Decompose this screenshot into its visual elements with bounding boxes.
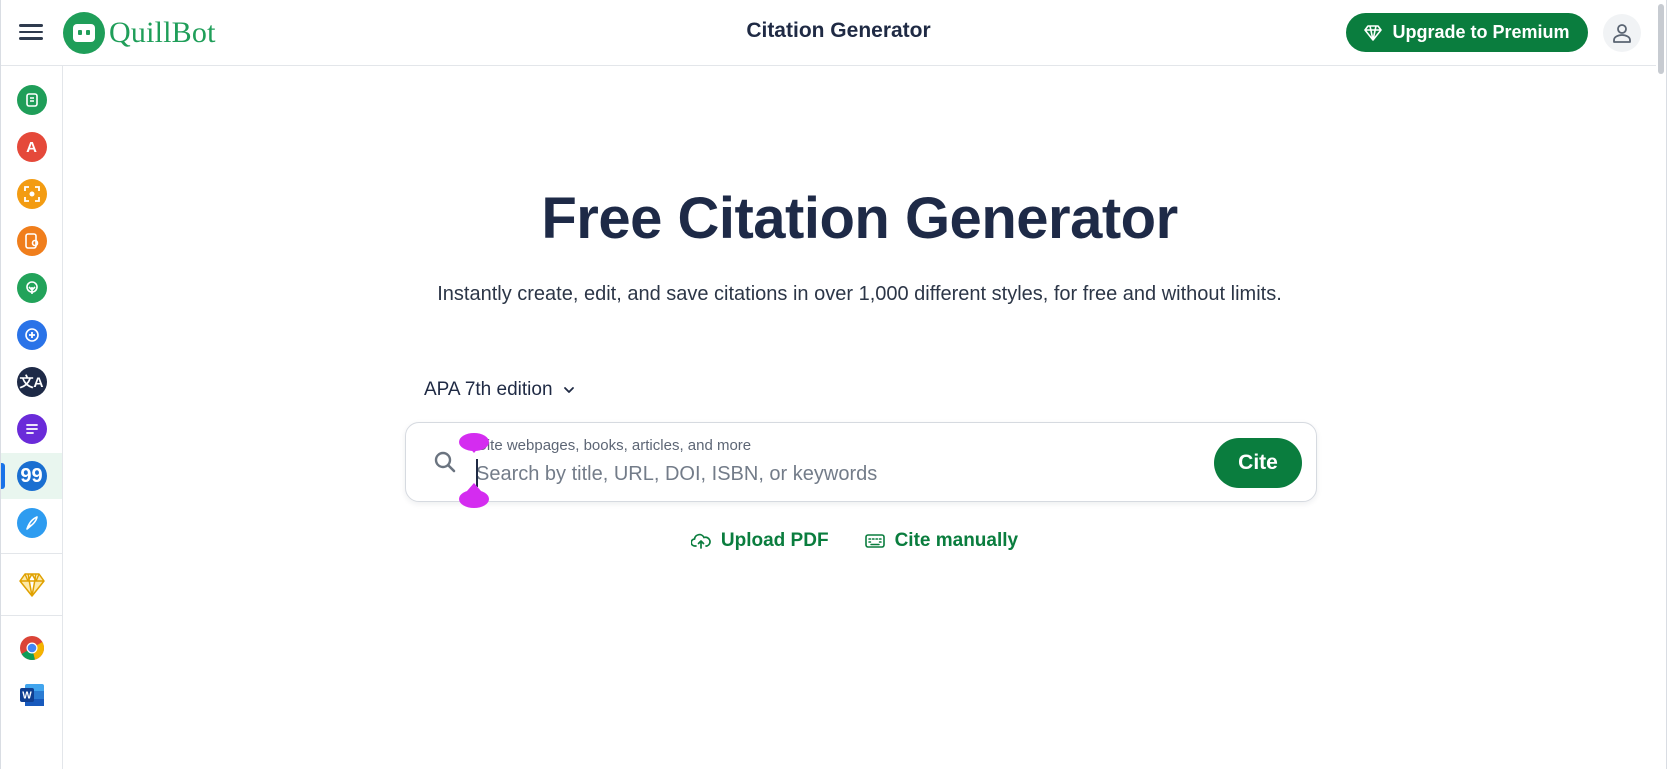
sidebar-item-ai-chat[interactable] bbox=[1, 312, 62, 358]
tool-sidebar: A 文A 99 W bbox=[1, 66, 63, 769]
upgrade-premium-label: Upgrade to Premium bbox=[1392, 22, 1570, 42]
quote-icon: 99 bbox=[16, 461, 47, 491]
sidebar-item-plagiarism-checker[interactable] bbox=[1, 218, 62, 264]
sidebar-item-grammar-checker[interactable]: A bbox=[1, 124, 62, 170]
citation-actions: Upload PDF Cite manually bbox=[63, 530, 1656, 552]
cloud-upload-icon bbox=[690, 533, 711, 549]
sidebar-item-translator[interactable]: 文A bbox=[1, 359, 62, 405]
citation-search-input[interactable] bbox=[476, 459, 1176, 489]
sidebar-item-word-addin[interactable]: W bbox=[1, 672, 62, 718]
sidebar-item-chrome-extension[interactable] bbox=[1, 625, 62, 671]
keyboard-icon bbox=[864, 534, 885, 548]
sidebar-item-ai-writer[interactable] bbox=[1, 500, 62, 546]
word-icon: W bbox=[19, 684, 44, 706]
top-bar: QuillBot Citation Generator Upgrade to P… bbox=[1, 0, 1666, 66]
hero-heading: Free Citation Generator bbox=[541, 186, 1178, 251]
gem-icon bbox=[18, 573, 45, 597]
sidebar-item-ai-humanizer[interactable] bbox=[1, 265, 62, 311]
chrome-icon bbox=[19, 636, 44, 660]
search-field-label: Cite webpages, books, articles, and more bbox=[476, 437, 752, 454]
sidebar-divider bbox=[1, 615, 62, 616]
chat-plus-icon bbox=[16, 320, 47, 350]
citation-search-box: Cite webpages, books, articles, and more… bbox=[405, 422, 1317, 502]
app-window: QuillBot Citation Generator Upgrade to P… bbox=[0, 0, 1667, 769]
selection-handle-top[interactable] bbox=[459, 433, 489, 453]
paraphrase-icon bbox=[16, 85, 47, 115]
citation-style-dropdown[interactable]: APA 7th edition bbox=[424, 379, 575, 401]
quill-icon bbox=[16, 508, 47, 538]
upload-pdf-link[interactable]: Upload PDF bbox=[690, 530, 829, 552]
cite-button[interactable]: Cite bbox=[1214, 438, 1302, 488]
grammar-icon: A bbox=[16, 132, 47, 162]
sidebar-item-summarizer[interactable] bbox=[1, 406, 62, 452]
translate-icon: 文A bbox=[16, 367, 47, 397]
page-scrollbar[interactable] bbox=[1656, 0, 1666, 769]
sidebar-divider bbox=[1, 553, 62, 554]
cite-manually-link[interactable]: Cite manually bbox=[864, 530, 1019, 552]
sidebar-item-premium[interactable] bbox=[1, 562, 62, 608]
upload-pdf-label: Upload PDF bbox=[720, 530, 829, 551]
svg-text:W: W bbox=[22, 691, 32, 702]
user-icon[interactable] bbox=[1603, 14, 1641, 52]
ai-detect-icon bbox=[16, 179, 47, 209]
sidebar-item-ai-detector[interactable] bbox=[1, 171, 62, 217]
search-icon bbox=[434, 451, 456, 473]
hero-subheading: Instantly create, edit, and save citatio… bbox=[437, 283, 1282, 305]
person-icon bbox=[1613, 24, 1631, 43]
diamond-icon bbox=[1364, 24, 1383, 41]
upgrade-premium-button[interactable]: Upgrade to Premium bbox=[1346, 13, 1588, 52]
summarize-icon bbox=[16, 414, 47, 444]
sidebar-item-citation-generator[interactable]: 99 bbox=[1, 453, 62, 499]
citation-style-value: APA 7th edition bbox=[424, 379, 553, 400]
selection-handle-bottom[interactable] bbox=[459, 483, 489, 508]
humanizer-icon bbox=[16, 273, 47, 303]
sidebar-item-paraphraser[interactable] bbox=[1, 77, 62, 123]
plagiarism-icon bbox=[16, 226, 47, 256]
chevron-down-icon bbox=[563, 387, 574, 393]
cite-manually-label: Cite manually bbox=[894, 530, 1019, 551]
scrollbar-thumb[interactable] bbox=[1658, 4, 1664, 74]
